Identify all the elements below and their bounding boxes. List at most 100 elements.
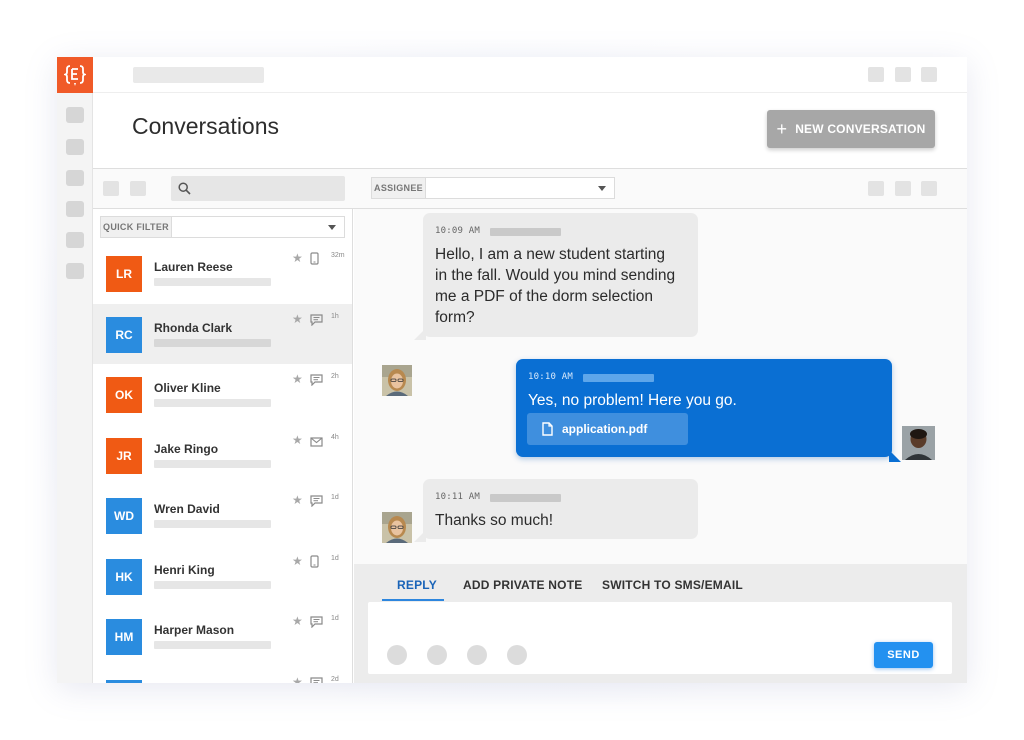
message-bubble-incoming: 10:09 AM Hello, I am a new student start… bbox=[414, 213, 698, 340]
message-text: Yes, no problem! Here you go. bbox=[528, 392, 737, 409]
contact-name: Henri King bbox=[154, 562, 215, 577]
reply-composer: REPLY ADD PRIVATE NOTE SWITCH TO SMS/EMA… bbox=[354, 564, 967, 683]
composer-tool-button[interactable] bbox=[387, 645, 407, 665]
filter-bar-icon[interactable] bbox=[895, 181, 911, 196]
top-search-placeholder[interactable] bbox=[133, 67, 264, 83]
message-time: 10:09 AM bbox=[435, 226, 480, 236]
chat-icon bbox=[310, 676, 323, 683]
contact-name: Wren David bbox=[154, 502, 220, 516]
chevron-down-icon bbox=[598, 186, 606, 191]
conversation-item[interactable]: HK Henri King ★ 1d bbox=[93, 546, 352, 606]
quick-filter-label: QUICK FILTER bbox=[101, 217, 172, 237]
chevron-down-icon bbox=[328, 225, 336, 230]
avatar: WD bbox=[106, 498, 142, 534]
conversation-item[interactable]: ★ 2d bbox=[93, 667, 352, 684]
conversation-time: 1d bbox=[331, 615, 339, 622]
conversation-item[interactable]: JR Jake Ringo ★ 4h bbox=[93, 425, 352, 485]
reply-textarea[interactable] bbox=[368, 602, 952, 674]
star-icon[interactable]: ★ bbox=[292, 554, 303, 568]
page-header: Conversations + NEW CONVERSATION bbox=[93, 93, 967, 169]
tab-reply[interactable]: REPLY bbox=[397, 578, 437, 592]
filter-bar-icon[interactable] bbox=[921, 181, 937, 196]
filter-bar-icon[interactable] bbox=[130, 181, 146, 196]
message-time: 10:10 AM bbox=[528, 372, 573, 382]
conversation-time: 2h bbox=[331, 373, 339, 380]
top-bar-icon[interactable] bbox=[895, 67, 911, 82]
message-preview-placeholder bbox=[154, 459, 271, 468]
conversation-search-input[interactable] bbox=[171, 176, 345, 201]
message-preview-placeholder bbox=[154, 520, 271, 528]
conversation-time: 4h bbox=[331, 433, 339, 441]
avatar: OK bbox=[106, 377, 142, 413]
message-text: Hello, I am a new student starting in th… bbox=[435, 246, 676, 326]
conversation-item[interactable]: OK Oliver Kline ★ 2h bbox=[93, 364, 352, 424]
star-icon[interactable]: ★ bbox=[292, 493, 303, 507]
rail-button[interactable] bbox=[66, 263, 84, 279]
attachment-name: application.pdf bbox=[562, 422, 648, 436]
avatar: HM bbox=[106, 619, 142, 655]
contact-photo-icon bbox=[382, 512, 412, 543]
conversation-list: QUICK FILTER LR Lauren Reese ★ 32m RC Rhonda … bbox=[93, 209, 353, 683]
rail-button[interactable] bbox=[66, 232, 84, 248]
contact-name: Jake Ringo bbox=[154, 441, 219, 456]
app-logo[interactable] bbox=[57, 57, 93, 93]
active-tab-indicator bbox=[382, 599, 444, 601]
contact-name: Harper Mason bbox=[154, 623, 235, 637]
star-icon[interactable]: ★ bbox=[292, 614, 303, 628]
conversation-time: 2d bbox=[331, 675, 339, 683]
star-icon[interactable]: ★ bbox=[292, 433, 303, 447]
star-icon[interactable]: ★ bbox=[292, 312, 303, 326]
rail-button[interactable] bbox=[66, 170, 84, 186]
quick-filter-select[interactable]: QUICK FILTER bbox=[100, 216, 345, 238]
composer-tool-button[interactable] bbox=[507, 645, 527, 665]
rail-button[interactable] bbox=[66, 107, 84, 123]
rail-button[interactable] bbox=[66, 139, 84, 155]
avatar: JR bbox=[106, 437, 142, 474]
phone-icon bbox=[310, 554, 319, 573]
message-time: 10:11 AM bbox=[435, 492, 480, 502]
send-button[interactable]: SEND bbox=[874, 642, 933, 668]
conversation-item[interactable]: RC Rhonda Clark ★ 1h bbox=[93, 303, 352, 364]
sender-name-placeholder bbox=[583, 374, 654, 382]
tab-add-private-note[interactable]: ADD PRIVATE NOTE bbox=[463, 578, 582, 592]
filter-bar-icon[interactable] bbox=[868, 181, 884, 196]
conversation-time: 32m bbox=[331, 252, 345, 259]
mail-icon bbox=[310, 434, 323, 452]
page-title: Conversations bbox=[132, 113, 280, 139]
message-preview-placeholder bbox=[154, 278, 271, 286]
top-bar-icon[interactable] bbox=[868, 67, 884, 82]
message-preview-placeholder bbox=[154, 399, 271, 407]
chat-icon bbox=[310, 313, 323, 331]
conversation-item[interactable]: LR Lauren Reese ★ 32m bbox=[93, 243, 352, 303]
tab-switch-to-sms-email[interactable]: SWITCH TO SMS/EMAIL bbox=[602, 578, 743, 592]
contact-avatar-photo bbox=[382, 512, 412, 543]
assignee-select[interactable]: ASSIGNEE bbox=[371, 177, 615, 199]
attachment-chip[interactable]: application.pdf bbox=[527, 413, 688, 445]
chat-icon bbox=[310, 494, 323, 512]
star-icon[interactable]: ★ bbox=[292, 251, 303, 265]
chat-icon bbox=[310, 615, 323, 633]
conversation-item[interactable]: HM Harper Mason ★ 1d bbox=[93, 606, 352, 666]
chat-icon bbox=[310, 373, 323, 391]
composer-tool-button[interactable] bbox=[427, 645, 447, 665]
app-window: Conversations + NEW CONVERSATION ASSIGNE… bbox=[57, 57, 967, 683]
conversation-item[interactable]: WD Wren David ★ 1d bbox=[93, 485, 352, 545]
star-icon[interactable]: ★ bbox=[292, 372, 303, 386]
avatar: HK bbox=[106, 558, 142, 595]
contact-name: Rhonda Clark bbox=[154, 320, 233, 335]
avatar: LR bbox=[106, 256, 142, 292]
star-icon[interactable]: ★ bbox=[292, 675, 303, 684]
top-bar-icon[interactable] bbox=[921, 67, 937, 82]
message-text: Thanks so much! bbox=[435, 512, 554, 529]
composer-tool-button[interactable] bbox=[467, 645, 487, 665]
logo-icon bbox=[64, 65, 86, 86]
contact-photo-icon bbox=[382, 365, 412, 396]
chat-thread: 10:09 AM Hello, I am a new student start… bbox=[354, 209, 967, 564]
filter-bar-icon[interactable] bbox=[103, 181, 119, 196]
contact-avatar-photo bbox=[382, 365, 412, 396]
rail-button[interactable] bbox=[66, 201, 84, 217]
message-preview-placeholder bbox=[154, 338, 271, 347]
avatar bbox=[106, 679, 142, 683]
new-conversation-button[interactable]: + NEW CONVERSATION bbox=[767, 110, 935, 148]
message-bubble-incoming: 10:11 AM Thanks so much! bbox=[414, 479, 698, 542]
